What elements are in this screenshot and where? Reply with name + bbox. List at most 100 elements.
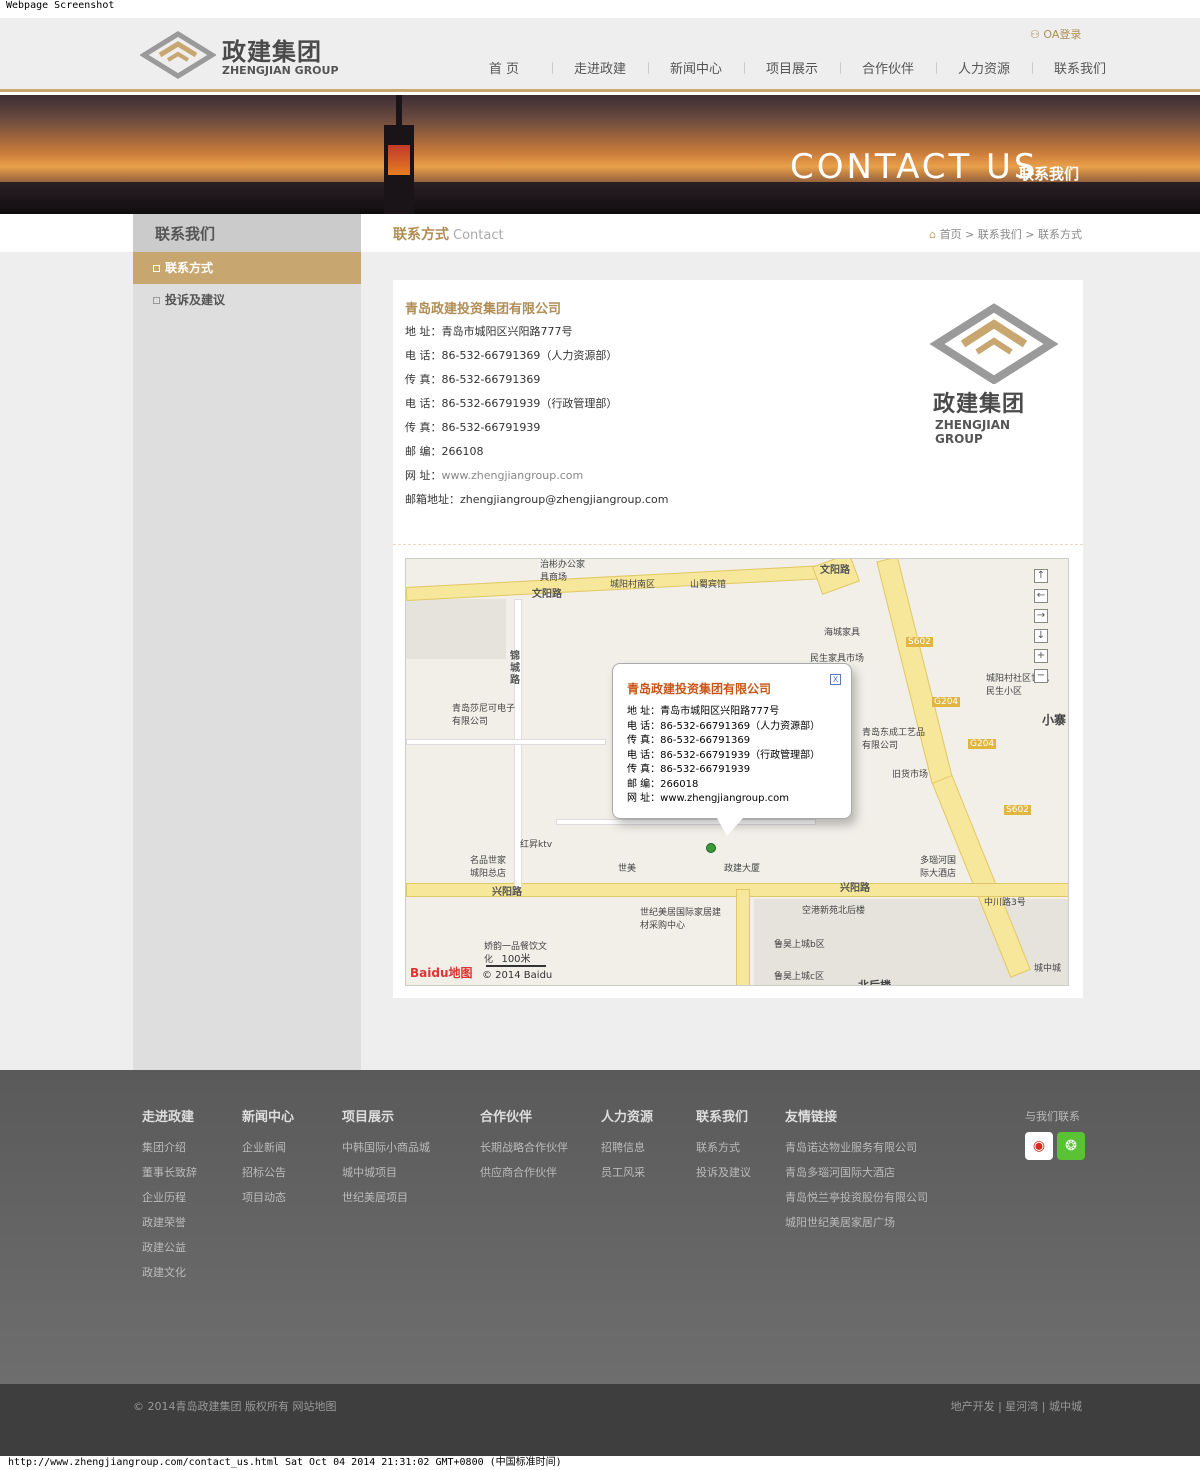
footer-link[interactable]: 企业历程 xyxy=(142,1189,197,1214)
road-label: 锦城路 xyxy=(510,651,520,686)
footer-column-title[interactable]: 项目展示 xyxy=(342,1106,430,1125)
wechat-icon[interactable]: ❂ xyxy=(1057,1132,1085,1160)
zoom-out-button[interactable]: − xyxy=(1034,669,1048,683)
contact-card: 青岛政建投资集团有限公司 地 址：青岛市城阳区兴阳路777号 电 话：86-53… xyxy=(393,280,1083,998)
footer-link[interactable]: 企业新闻 xyxy=(242,1139,294,1164)
info-row-email: 邮箱地址：zhengjiangroup@zhengjiangroup.com xyxy=(405,490,668,514)
user-icon: ⚇ xyxy=(1030,28,1040,41)
footer-link[interactable]: 政建公益 xyxy=(142,1239,197,1264)
map-place: 空港新苑北后楼 xyxy=(802,906,866,916)
footer-link[interactable]: 世纪美居项目 xyxy=(342,1189,430,1214)
banner-subtitle: 联系我们 xyxy=(1019,165,1080,183)
road-vertical xyxy=(736,889,750,985)
oa-login-label: OA登录 xyxy=(1043,28,1082,41)
map-place: 红昇ktv xyxy=(520,840,553,850)
map-place: 鲁昊上城b区 xyxy=(774,940,825,950)
footer-link[interactable]: 政建荣誉 xyxy=(142,1214,197,1239)
map-place: 北后楼 xyxy=(858,979,891,986)
info-value: 266108 xyxy=(441,445,484,458)
footer-column-title[interactable]: 新闻中心 xyxy=(242,1106,294,1125)
banner-tower-spire xyxy=(396,95,402,129)
email-link[interactable]: zhengjiangroup@zhengjiangroup.com xyxy=(460,493,668,506)
nav-item-projects[interactable]: 项目展示 xyxy=(744,58,840,78)
site-logo[interactable]: 政建集团 ZHENGJIAN GROUP xyxy=(139,30,340,80)
sidebar-item-contact[interactable]: 联系方式 xyxy=(133,252,361,284)
info-label: 邮箱地址： xyxy=(405,493,460,506)
popup-pointer xyxy=(717,818,743,836)
footer-link[interactable]: 招聘信息 xyxy=(601,1139,653,1164)
map-block xyxy=(406,599,506,659)
map-place: 青岛莎尼可电子有限公司 xyxy=(452,704,516,727)
footer-column-title[interactable]: 走进政建 xyxy=(142,1106,197,1125)
page-banner: CONTACT US 联系我们 xyxy=(0,95,1200,214)
footer-column-title[interactable]: 人力资源 xyxy=(601,1106,653,1125)
footer-link[interactable]: 城阳世纪美居家居广场 xyxy=(785,1214,928,1239)
footer-link[interactable]: 城中城项目 xyxy=(342,1164,430,1189)
footer-link[interactable]: 招标公告 xyxy=(242,1164,294,1189)
close-icon[interactable]: X xyxy=(830,674,841,685)
breadcrumb-home[interactable]: 首页 xyxy=(940,228,962,241)
logo-text-en: ZHENGJIAN GROUP xyxy=(935,418,1011,446)
info-row-website: 网 址：www.zhengjiangroup.com xyxy=(405,466,668,490)
info-label: 电 话： xyxy=(405,397,442,410)
footer-column-title[interactable]: 合作伙伴 xyxy=(480,1106,568,1125)
nav-item-news[interactable]: 新闻中心 xyxy=(648,58,744,78)
sidebar: 联系我们 联系方式 投诉及建议 xyxy=(133,214,361,1070)
footer-link[interactable]: 中韩国际小商品城 xyxy=(342,1139,430,1164)
popup-row: 地 址：青岛市城阳区兴阳路777号 xyxy=(627,706,780,717)
baidu-map[interactable]: 文阳路 文阳路 兴阳路 兴阳路 锦城路 治彬办公家具商场 城阳村南区 山蜀宾馆 … xyxy=(405,558,1069,986)
home-icon: ⌂ xyxy=(929,228,937,241)
baidu-logo[interactable]: Baidu地图 xyxy=(410,964,473,981)
footer-bottom-links[interactable]: 地产开发 | 星河湾 | 城中城 xyxy=(951,1398,1082,1414)
nav-item-home[interactable]: 首 页 xyxy=(456,58,552,78)
footer-link[interactable]: 董事长致辞 xyxy=(142,1164,197,1189)
nav-item-about[interactable]: 走进政建 xyxy=(552,58,648,78)
footer-link[interactable]: 政建文化 xyxy=(142,1264,197,1289)
footer-link[interactable]: 联系方式 xyxy=(696,1139,751,1164)
footer-link[interactable]: 投诉及建议 xyxy=(696,1164,751,1189)
breadcrumb-contact[interactable]: 联系我们 xyxy=(978,228,1022,241)
footer-link[interactable]: 集团介绍 xyxy=(142,1139,197,1164)
banner-tower-lights xyxy=(388,145,410,175)
info-label: 传 真： xyxy=(405,373,442,386)
zoom-in-button[interactable]: + xyxy=(1034,649,1048,663)
info-row-phone-admin: 电 话：86-532-66791939（行政管理部） xyxy=(405,394,668,418)
footer-link[interactable]: 项目动态 xyxy=(242,1189,294,1214)
weibo-icon[interactable]: ◉ xyxy=(1025,1132,1053,1160)
nav-item-partners[interactable]: 合作伙伴 xyxy=(840,58,936,78)
contact-info-list: 地 址：青岛市城阳区兴阳路777号 电 话：86-532-66791369（人力… xyxy=(405,322,668,514)
footer-link[interactable]: 长期战略合作伙伴 xyxy=(480,1139,568,1164)
footer-column-title: 友情链接 xyxy=(785,1110,838,1125)
pan-down-button[interactable]: ↓ xyxy=(1034,629,1048,643)
pan-up-button[interactable]: ↑ xyxy=(1034,569,1048,583)
logo-text-cn: 政建集团 xyxy=(933,392,1026,417)
map-info-popup: X 青岛政建投资集团有限公司 地 址：青岛市城阳区兴阳路777号 电 话：86-… xyxy=(612,663,852,836)
info-value: 86-532-66791939 xyxy=(441,421,541,434)
main-nav: 首 页 走进政建 新闻中心 项目展示 合作伙伴 人力资源 联系我们 xyxy=(456,58,1128,78)
footer-column-title[interactable]: 联系我们 xyxy=(696,1106,751,1125)
sidebar-item-complaint[interactable]: 投诉及建议 xyxy=(133,284,361,316)
nav-item-hr[interactable]: 人力资源 xyxy=(936,58,1032,78)
nav-item-contact[interactable]: 联系我们 xyxy=(1032,58,1128,78)
info-value: 青岛市城阳区兴阳路777号 xyxy=(441,325,573,338)
social-icons: ◉ ❂ xyxy=(1025,1132,1085,1160)
pan-left-button[interactable]: ← xyxy=(1034,589,1048,603)
content-area: 联系我们 联系方式 投诉及建议 联系方式 Contact ⌂ 首页 > 联系我们 … xyxy=(0,214,1200,1070)
website-link[interactable]: www.zhengjiangroup.com xyxy=(442,469,584,482)
footer-contact-label: 与我们联系 xyxy=(1025,1110,1080,1123)
footer-link[interactable]: 青岛悦兰亭投资股份有限公司 xyxy=(785,1189,928,1214)
map-place: 中川路3号 xyxy=(984,898,1026,908)
footer-link[interactable]: 青岛诺达物业服务有限公司 xyxy=(785,1139,928,1164)
oa-login-link[interactable]: ⚇ OA登录 xyxy=(1030,26,1081,42)
footer-link[interactable]: 供应商合作伙伴 xyxy=(480,1164,568,1189)
copyright-text: © 2014青岛政建集团 版权所有 网站地图 xyxy=(133,1400,337,1413)
map-marker-icon[interactable] xyxy=(706,843,716,853)
info-label: 网 址： xyxy=(405,469,442,482)
map-place: 政建大厦 xyxy=(724,864,761,874)
footer-link[interactable]: 青岛多瑙河国际大酒店 xyxy=(785,1164,928,1189)
footer-link[interactable]: 员工风采 xyxy=(601,1164,653,1189)
pan-right-button[interactable]: → xyxy=(1034,609,1048,623)
popup-row: 传 真：86-532-66791369 xyxy=(627,735,751,746)
road-minor xyxy=(406,739,606,745)
info-row-postcode: 邮 编：266108 xyxy=(405,442,668,466)
